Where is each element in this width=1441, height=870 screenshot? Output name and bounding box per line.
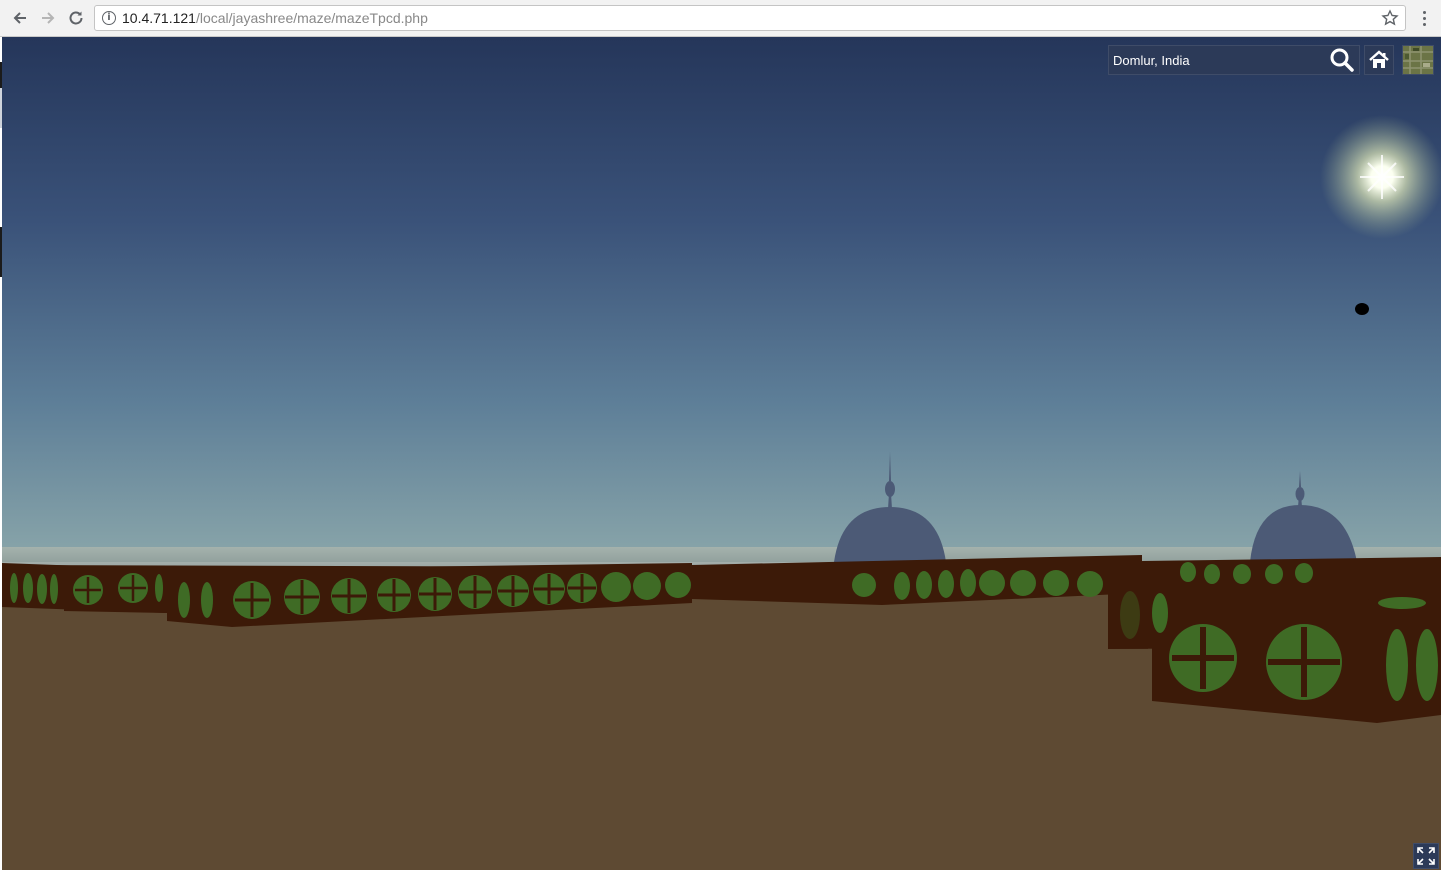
maze-wall-left [2,563,167,613]
search-input[interactable] [1109,46,1327,74]
fullscreen-icon [1417,847,1435,865]
forward-button[interactable] [36,6,60,30]
search-icon [1330,48,1354,72]
sky [2,37,1441,562]
globe-viewport[interactable] [2,37,1441,870]
search-button[interactable] [1325,46,1359,74]
reload-icon [69,11,83,25]
reload-button[interactable] [64,6,88,30]
maze-3d-scene[interactable] [2,37,1441,870]
star-icon[interactable] [1381,9,1399,27]
mouse-cursor [1355,303,1369,315]
arrow-right-icon [42,12,55,24]
back-button[interactable] [8,6,32,30]
info-icon[interactable]: i [102,11,116,25]
address-url: 10.4.71.121/local/jayashree/maze/mazeTpc… [122,10,428,26]
imagery-layer-picker[interactable] [1402,45,1434,75]
home-icon [1369,50,1389,68]
browser-toolbar: i 10.4.71.121/local/jayashree/maze/mazeT… [0,0,1441,37]
fullscreen-button[interactable] [1413,843,1439,869]
location-search [1108,45,1360,75]
address-bar[interactable]: i 10.4.71.121/local/jayashree/maze/mazeT… [94,5,1406,31]
kebab-menu-icon[interactable] [1417,7,1431,29]
imagery-thumbnail-icon [1403,46,1433,74]
arrow-left-icon [13,12,26,24]
home-button[interactable] [1364,45,1394,75]
